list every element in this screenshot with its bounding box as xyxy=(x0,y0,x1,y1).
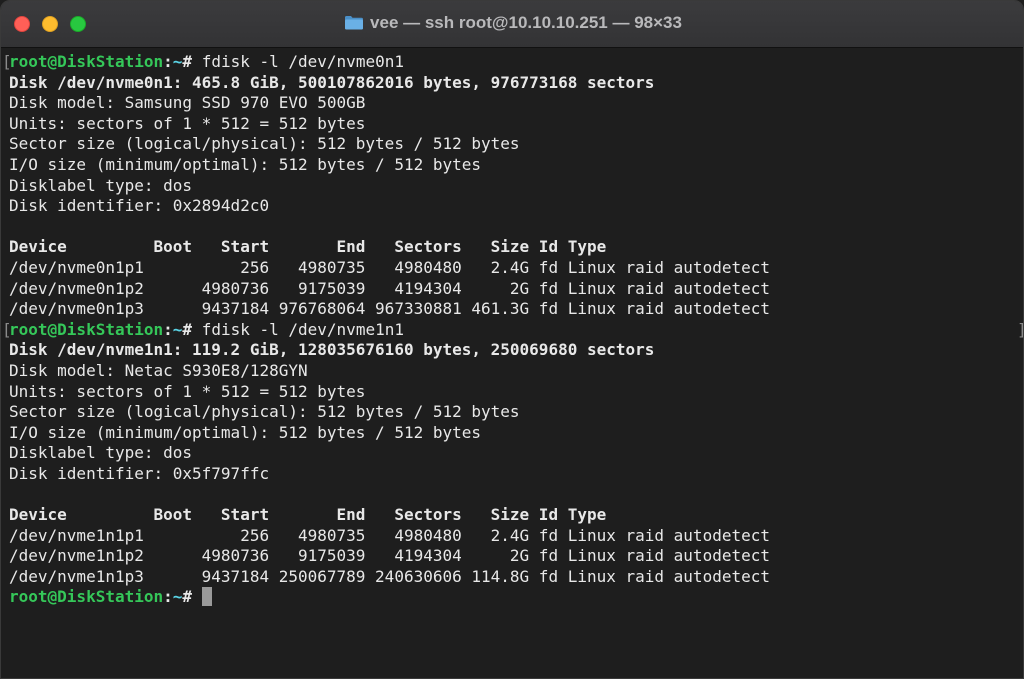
partition-row: /dev/nvme1n1p1 256 4980735 4980480 2.4G … xyxy=(9,525,770,545)
window-title: vee — ssh root@10.10.10.251 — 98×33 xyxy=(1,13,1023,33)
prompt-user-host: root@DiskStation xyxy=(9,319,164,339)
prompt-symbol: # xyxy=(182,52,193,71)
prompt-colon: : xyxy=(163,52,173,71)
prompt-colon: : xyxy=(163,319,173,339)
prompt-symbol: # xyxy=(182,319,193,339)
prompt-line: [root@DiskStation:~# fdisk -l /dev/nvme1… xyxy=(2,319,1023,341)
mark-bracket-left: [ xyxy=(2,319,12,339)
prompt-path: ~ xyxy=(172,319,183,339)
disk-info-line: Sector size (logical/physical): 512 byte… xyxy=(9,402,520,422)
text-cursor xyxy=(201,587,212,607)
disk-info-line: Units: sectors of 1 * 512 = 512 bytes xyxy=(9,381,366,401)
mark-bracket-right: ] xyxy=(1017,320,1023,341)
disk-info-line: Disk model: Samsung SSD 970 EVO 500GB xyxy=(9,93,366,113)
active-prompt-line[interactable]: root@DiskStation:~# xyxy=(9,587,1023,608)
disk-header: Disk /dev/nvme1n1: 119.2 GiB, 1280356761… xyxy=(9,340,655,360)
partition-row: /dev/nvme1n1p3 9437184 250067789 2406306… xyxy=(9,566,770,586)
partition-row: /dev/nvme0n1p3 9437184 976768064 9673308… xyxy=(9,299,770,319)
disk-info-line: Units: sectors of 1 * 512 = 512 bytes xyxy=(9,113,366,133)
disk-info-line: Disk identifier: 0x2894d2c0 xyxy=(9,196,270,216)
partition-table-header: Device Boot Start End Sectors Size Id Ty… xyxy=(9,505,607,525)
partition-row: /dev/nvme0n1p1 256 4980735 4980480 2.4G … xyxy=(9,257,770,277)
disk-info-line: Sector size (logical/physical): 512 byte… xyxy=(9,134,520,154)
disk-info-line: Disk model: Netac S930E8/128GYN xyxy=(9,360,308,380)
prompt-line: [root@DiskStation:~# fdisk -l /dev/nvme0… xyxy=(2,52,1023,73)
folder-icon xyxy=(345,16,364,30)
window-title-text: vee — ssh root@10.10.10.251 — 98×33 xyxy=(370,13,682,32)
mark-bracket-left: [ xyxy=(2,52,12,71)
command-text: fdisk -l /dev/nvme0n1 xyxy=(201,52,404,71)
partition-table-header: Device Boot Start End Sectors Size Id Ty… xyxy=(9,237,607,257)
disk-info-line: I/O size (minimum/optimal): 512 bytes / … xyxy=(9,154,482,174)
prompt-colon: : xyxy=(163,587,173,607)
prompt-path: ~ xyxy=(172,52,183,71)
partition-row: /dev/nvme1n1p2 4980736 9175039 4194304 2… xyxy=(9,546,770,566)
command-text: fdisk -l /dev/nvme1n1 xyxy=(201,319,404,339)
title-bar[interactable]: vee — ssh root@10.10.10.251 — 98×33 xyxy=(1,1,1023,48)
disk-info-line: Disklabel type: dos xyxy=(9,443,193,463)
disk-info-line: Disklabel type: dos xyxy=(9,175,193,195)
partition-row: /dev/nvme0n1p2 4980736 9175039 4194304 2… xyxy=(9,278,770,298)
disk-info-line: I/O size (minimum/optimal): 512 bytes / … xyxy=(9,422,482,442)
prompt-path: ~ xyxy=(172,587,183,607)
terminal-output[interactable]: [root@DiskStation:~# fdisk -l /dev/nvme0… xyxy=(1,48,1023,678)
terminal-window: vee — ssh root@10.10.10.251 — 98×33 [roo… xyxy=(0,0,1024,679)
prompt-symbol: # xyxy=(182,587,193,607)
disk-header: Disk /dev/nvme0n1: 465.8 GiB, 5001078620… xyxy=(9,72,655,92)
prompt-user-host: root@DiskStation xyxy=(9,52,164,71)
prompt-user-host: root@DiskStation xyxy=(9,587,164,607)
disk-info-line: Disk identifier: 0x5f797ffc xyxy=(9,463,270,483)
